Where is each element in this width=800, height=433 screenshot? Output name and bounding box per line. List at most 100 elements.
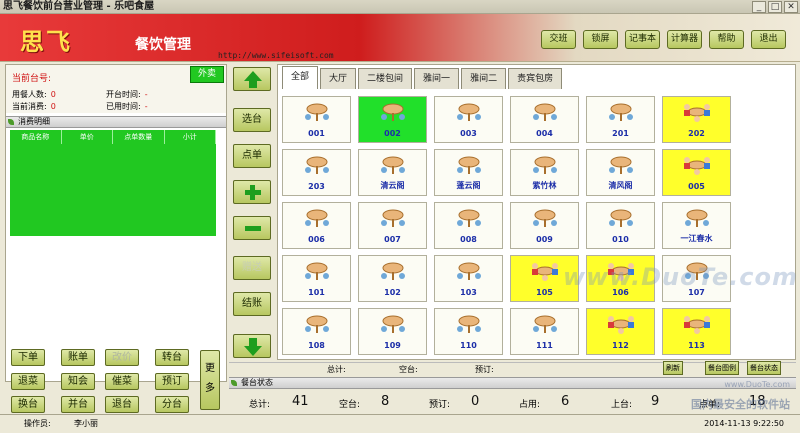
- table-card[interactable]: 110: [434, 308, 503, 355]
- open-time-label: 开台时间:: [106, 90, 141, 99]
- change-table-button[interactable]: 换台: [11, 396, 45, 413]
- table-card[interactable]: 103: [434, 255, 503, 302]
- table-card[interactable]: 202: [662, 96, 731, 143]
- table-card[interactable]: 002: [358, 96, 427, 143]
- table-card[interactable]: 004: [510, 96, 579, 143]
- tab-hall[interactable]: 大厅: [320, 68, 357, 89]
- table-card[interactable]: 010: [586, 202, 655, 249]
- scroll-up-button[interactable]: [233, 67, 271, 91]
- table-card[interactable]: 113: [662, 308, 731, 355]
- table-card[interactable]: 008: [434, 202, 503, 249]
- stat-occupied-label: 占用:: [519, 400, 541, 410]
- takeout-button[interactable]: 外卖: [190, 66, 224, 83]
- table-card[interactable]: 蓬云阁: [434, 149, 503, 196]
- tab-all[interactable]: 全部: [282, 66, 319, 89]
- scroll-down-button[interactable]: [233, 334, 271, 358]
- bill-button[interactable]: 账单: [61, 349, 95, 366]
- table-card[interactable]: 112: [586, 308, 655, 355]
- table-legend-button[interactable]: 餐台图例: [705, 361, 739, 375]
- table-label: 010: [612, 235, 629, 244]
- detail-grid-header: 商品名称 单价 点单数量 小计: [10, 130, 216, 144]
- refresh-button[interactable]: 刷新: [663, 361, 683, 375]
- table-card[interactable]: 108: [282, 308, 351, 355]
- table-state-button[interactable]: 餐台状态: [747, 361, 781, 375]
- table-card[interactable]: 一江春水: [662, 202, 731, 249]
- table-card[interactable]: 102: [358, 255, 427, 302]
- table-icon: [378, 206, 408, 230]
- maximize-icon[interactable]: □: [768, 1, 782, 13]
- col-item-name[interactable]: 商品名称: [10, 130, 62, 144]
- change-price-button[interactable]: 改价: [105, 349, 139, 366]
- calculator-button[interactable]: 计算器: [667, 30, 702, 49]
- table-icon: [378, 312, 408, 336]
- checkout-button[interactable]: 结账: [233, 292, 271, 316]
- exit-button[interactable]: 退出: [751, 30, 786, 49]
- occupied-table-icon: [606, 312, 636, 336]
- minimize-icon[interactable]: _: [752, 1, 766, 13]
- stat-free-value: 8: [381, 394, 390, 409]
- merge-table-button[interactable]: 并台: [61, 396, 95, 413]
- notepad-button[interactable]: 记事本: [625, 30, 660, 49]
- col-subtotal[interactable]: 小计: [165, 130, 216, 144]
- order-button[interactable]: 点单: [233, 144, 271, 168]
- shift-handover-button[interactable]: 交班: [541, 30, 576, 49]
- table-icon: [682, 206, 712, 230]
- stat-up-label: 上台:: [611, 400, 633, 410]
- table-label: 清风阁: [608, 181, 633, 190]
- table-card[interactable]: 003: [434, 96, 503, 143]
- logo: 思飞: [20, 27, 72, 56]
- hurry-dish-button[interactable]: 催菜: [105, 373, 139, 390]
- help-button[interactable]: 帮助: [709, 30, 744, 49]
- occupied-table-icon: [682, 100, 712, 124]
- table-label: 紫竹林: [532, 181, 557, 190]
- action-column: 选台 点单 赠送 结账: [229, 64, 273, 360]
- table-icon: [302, 100, 332, 124]
- add-button[interactable]: [233, 180, 271, 204]
- table-card[interactable]: 009: [510, 202, 579, 249]
- table-card[interactable]: 005: [662, 149, 731, 196]
- table-card[interactable]: 109: [358, 308, 427, 355]
- diners-value: 0: [50, 90, 56, 99]
- table-icon: [530, 206, 560, 230]
- table-card[interactable]: 紫竹林: [510, 149, 579, 196]
- table-card[interactable]: 001: [282, 96, 351, 143]
- table-card[interactable]: 006: [282, 202, 351, 249]
- open-time-value: -: [144, 90, 148, 99]
- used-time-label: 已用时间:: [106, 102, 141, 111]
- col-quantity[interactable]: 点单数量: [113, 130, 165, 144]
- table-label: 一江春水: [680, 234, 713, 243]
- tab-vip-rooms[interactable]: 贵宾包房: [508, 68, 563, 89]
- col-price[interactable]: 单价: [62, 130, 113, 144]
- remove-button[interactable]: [233, 216, 271, 240]
- more-button[interactable]: 更多: [200, 350, 220, 410]
- tab-private-room-1[interactable]: 雅间一: [414, 68, 460, 89]
- consumption-detail-title: 消费明细: [18, 117, 50, 126]
- table-icon: [454, 100, 484, 124]
- table-icon: [302, 259, 332, 283]
- close-icon[interactable]: ✕: [784, 1, 798, 13]
- tab-second-floor-rooms[interactable]: 二楼包间: [358, 68, 413, 89]
- detail-grid-body[interactable]: [10, 144, 216, 236]
- table-card[interactable]: 清风阁: [586, 149, 655, 196]
- notify-button[interactable]: 知会: [61, 373, 95, 390]
- table-card[interactable]: 101: [282, 255, 351, 302]
- lock-screen-button[interactable]: 锁屏: [583, 30, 618, 49]
- stat-reserve-label: 预订:: [429, 400, 451, 410]
- split-table-button[interactable]: 分台: [155, 396, 189, 413]
- select-table-button[interactable]: 选台: [233, 108, 271, 132]
- table-card[interactable]: 007: [358, 202, 427, 249]
- table-icon: [378, 100, 408, 124]
- place-order-button[interactable]: 下单: [11, 349, 45, 366]
- area-tabs: 全部 大厅 二楼包间 雅间一 雅间二 贵宾包房: [282, 66, 563, 89]
- transfer-table-button[interactable]: 转台: [155, 349, 189, 366]
- tab-private-room-2[interactable]: 雅间二: [461, 68, 507, 89]
- table-card[interactable]: 201: [586, 96, 655, 143]
- gift-button[interactable]: 赠送: [233, 256, 271, 280]
- cancel-table-button[interactable]: 退台: [105, 396, 139, 413]
- table-card[interactable]: 203: [282, 149, 351, 196]
- table-card[interactable]: 清云阁: [358, 149, 427, 196]
- return-dish-button[interactable]: 退菜: [11, 373, 45, 390]
- table-label: 清云阁: [380, 181, 405, 190]
- table-card[interactable]: 111: [510, 308, 579, 355]
- reserve-button[interactable]: 预订: [155, 373, 189, 390]
